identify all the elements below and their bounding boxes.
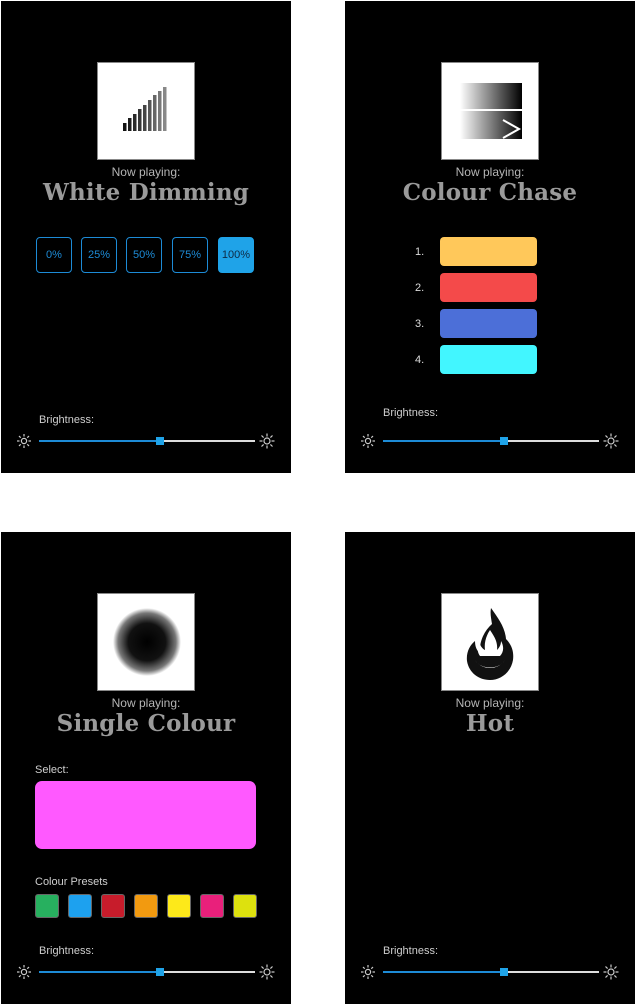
now-playing-label: Now playing: (455, 696, 525, 710)
chase-colour-3[interactable] (440, 309, 537, 338)
program-title: Hot (465, 710, 515, 737)
colour-chase-panel: Now playing: Colour Chase 1. 2. 3. 4. Br… (345, 1, 635, 473)
sun-small-icon (361, 965, 375, 979)
colour-preset-red[interactable] (101, 894, 125, 918)
chase-number: 4. (415, 354, 425, 366)
brightness-slider[interactable] (39, 966, 255, 978)
program-thumbnail (97, 62, 195, 160)
slider-knob[interactable] (499, 437, 508, 445)
slider-knob[interactable] (499, 968, 508, 976)
sun-large-icon (603, 433, 619, 449)
colour-preset-pink[interactable] (200, 894, 224, 918)
slider-rest (503, 971, 599, 973)
hot-panel: Now playing: Hot Brightness: (345, 532, 635, 1004)
colour-preset-green[interactable] (35, 894, 59, 918)
brightness-label: Brightness: (383, 407, 439, 419)
selected-colour-swatch[interactable] (35, 781, 256, 849)
program-title: Single Colour (56, 710, 236, 737)
now-playing-label: Now playing: (111, 696, 181, 710)
colour-preset-yellow[interactable] (167, 894, 191, 918)
now-playing-label: Now playing: (455, 165, 525, 179)
chase-colour-2[interactable] (440, 273, 537, 302)
slider-knob[interactable] (155, 437, 164, 445)
program-thumbnail (97, 593, 195, 691)
single-colour-panel: Now playing: Single Colour Select: Colou… (1, 532, 291, 1004)
flame-icon (466, 608, 514, 680)
brightness-slider[interactable] (383, 966, 599, 978)
sun-small-icon (17, 965, 31, 979)
colour-presets-label: Colour Presets (35, 876, 108, 888)
slider-fill (39, 440, 160, 442)
colour-preset-lime[interactable] (233, 894, 257, 918)
sun-small-icon (361, 434, 375, 448)
select-label: Select: (35, 764, 69, 776)
slider-rest (159, 971, 255, 973)
chase-colour-4[interactable] (440, 345, 537, 374)
sun-small-icon (17, 434, 31, 448)
signal-bars-icon (123, 87, 167, 131)
preset-50-button[interactable]: 50% (126, 237, 162, 273)
slider-fill (383, 440, 504, 442)
chase-number: 1. (415, 246, 425, 258)
program-thumbnail (441, 62, 539, 160)
colour-preset-blue[interactable] (68, 894, 92, 918)
slider-knob[interactable] (155, 968, 164, 976)
now-playing-label: Now playing: (111, 165, 181, 179)
slider-rest (159, 440, 255, 442)
chase-number: 2. (415, 282, 425, 294)
brightness-slider[interactable] (39, 435, 255, 447)
brightness-slider[interactable] (383, 435, 599, 447)
blurred-dot-icon (113, 608, 181, 676)
gradient-chase-icon (460, 83, 522, 139)
brightness-label: Brightness: (39, 414, 95, 426)
preset-100-button[interactable]: 100% (218, 237, 254, 273)
program-title: Colour Chase (402, 179, 578, 206)
sun-large-icon (259, 433, 275, 449)
preset-75-button[interactable]: 75% (172, 237, 208, 273)
white-dimming-panel: Now playing: White Dimming 0% 25% 50% 75… (1, 1, 291, 473)
sun-large-icon (603, 964, 619, 980)
preset-25-button[interactable]: 25% (81, 237, 117, 273)
slider-rest (503, 440, 599, 442)
colour-preset-orange[interactable] (134, 894, 158, 918)
preset-0-button[interactable]: 0% (36, 237, 72, 273)
slider-fill (383, 971, 504, 973)
brightness-label: Brightness: (383, 945, 439, 957)
sun-large-icon (259, 964, 275, 980)
chase-colour-1[interactable] (440, 237, 537, 266)
chase-number: 3. (415, 318, 425, 330)
program-thumbnail (441, 593, 539, 691)
slider-fill (39, 971, 160, 973)
program-title: White Dimming (42, 179, 250, 206)
brightness-label: Brightness: (39, 945, 95, 957)
